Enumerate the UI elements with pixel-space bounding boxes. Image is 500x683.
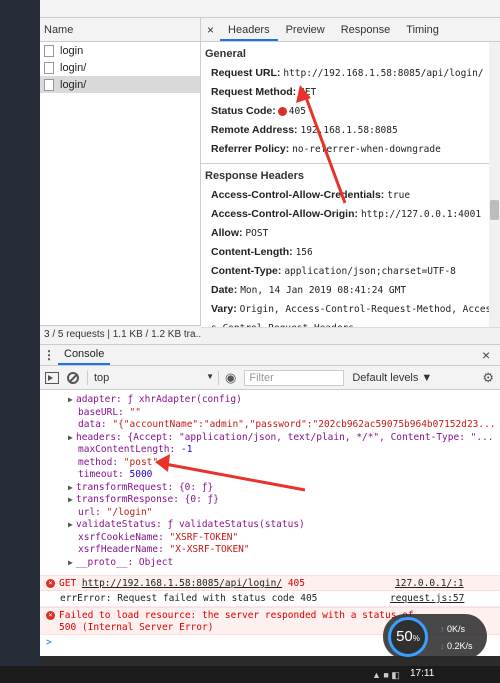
arrow-to-request-method [296,85,347,204]
annotation-arrows [155,85,347,492]
arrow-to-method-post [155,454,306,492]
